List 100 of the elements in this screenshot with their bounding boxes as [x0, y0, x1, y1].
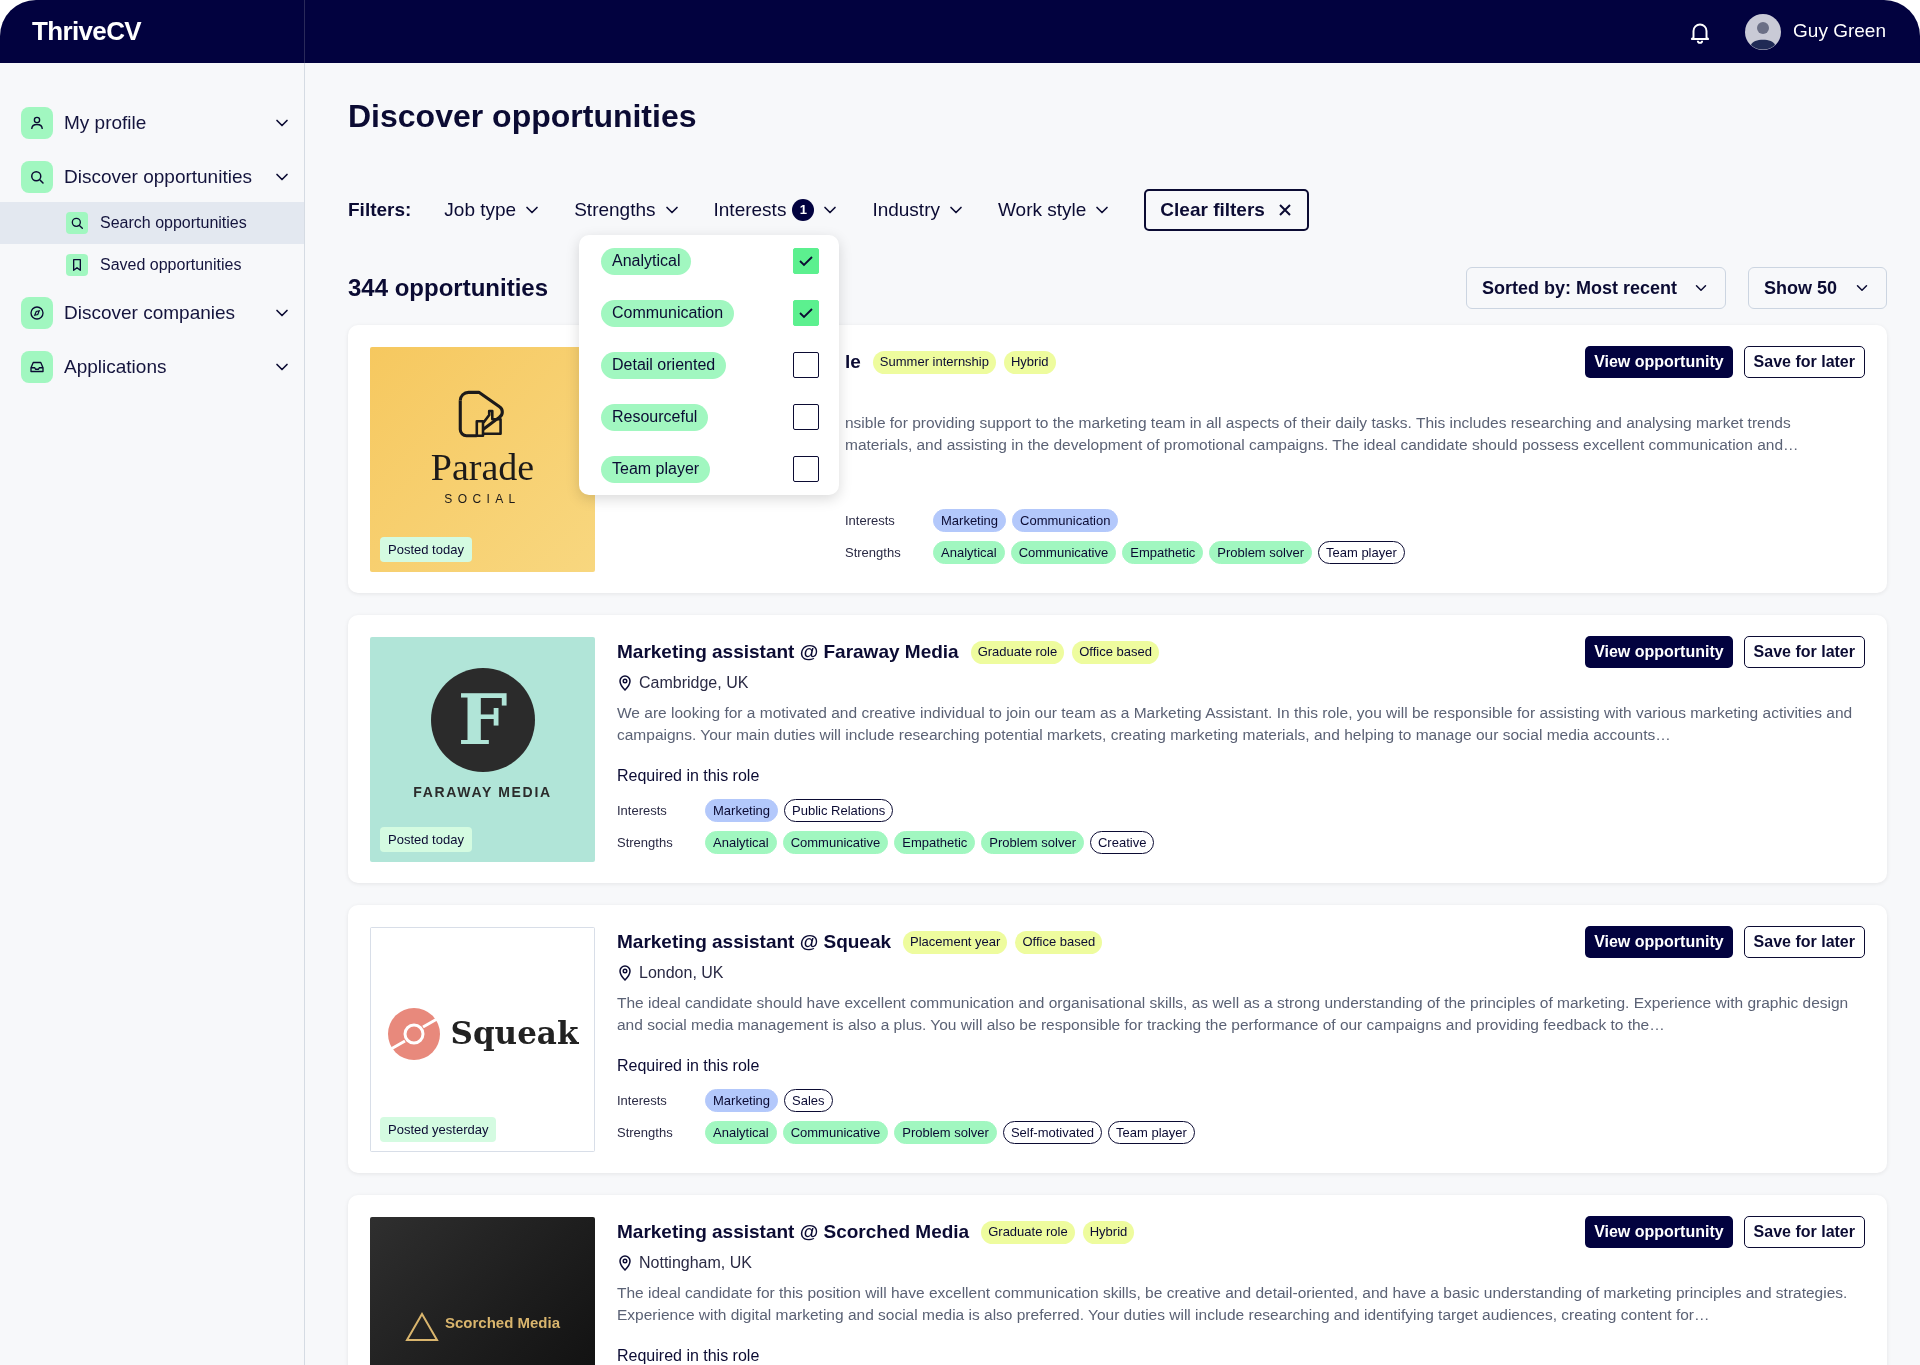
view-opportunity-button[interactable]: View opportunity [1585, 346, 1733, 378]
view-opportunity-button[interactable]: View opportunity [1585, 1216, 1733, 1248]
disc-icon [386, 1006, 441, 1061]
filter-dropdown[interactable]: Interests 1 [713, 190, 841, 230]
location-text: Nottingham, UK [639, 1253, 752, 1273]
row-label: Interests [617, 1091, 668, 1110]
filter-dropdown[interactable]: Job type [444, 190, 543, 230]
description-text: materials, and assisting in the development of promotional campaigns. The ideal candidate should possess excellent communication and… [845, 435, 1800, 455]
checkbox[interactable] [793, 404, 819, 430]
row-label: Interests [845, 511, 896, 530]
section-heading: Required in this role [617, 1347, 760, 1364]
nav-item[interactable]: Discover opportunities [0, 160, 304, 194]
tag: Placement year [903, 930, 1008, 954]
compass-icon [21, 297, 53, 329]
filters-label: Filters: [348, 197, 412, 222]
logo-text: Squeak [450, 1014, 579, 1054]
row-label: Strengths [845, 543, 902, 562]
tag: Office based [1015, 930, 1103, 954]
page-size-dropdown[interactable]: Show 50 [1748, 267, 1887, 309]
tag: Summer internship [872, 350, 996, 374]
filter-dropdown[interactable]: Industry [872, 190, 966, 230]
posted-badge: Posted yesterday [380, 1116, 497, 1142]
page-title: Discover opportunities [348, 100, 698, 132]
logo-text: Parade [430, 447, 535, 486]
save-for-later-button[interactable]: Save for later [1743, 1216, 1865, 1248]
location-text: London, UK [639, 963, 724, 983]
tag: Hybrid [1003, 350, 1056, 374]
section-heading: Required in this role [617, 1057, 760, 1074]
location-pin-icon [617, 1255, 633, 1271]
option-tag: Team player [601, 455, 711, 483]
option-tag: Resourceful [601, 403, 709, 431]
tag: Sales [784, 1089, 833, 1112]
row-label: Interests [617, 801, 668, 820]
nav-item[interactable]: Applications [0, 350, 304, 384]
tag: Graduate role [981, 1220, 1075, 1244]
tag: Marketing [705, 1089, 779, 1112]
clear-filters-button[interactable]: Clear filters [1144, 189, 1309, 231]
posted-badge: Posted today [380, 826, 472, 852]
tag: Problem solver [1209, 541, 1312, 564]
section-heading: Required in this role [617, 767, 760, 784]
search-icon [21, 161, 53, 193]
job-title[interactable]: Marketing assistant @ Scorched Media [617, 1217, 970, 1247]
filter-dropdown[interactable]: Strengths [574, 190, 682, 230]
person-icon [21, 107, 53, 139]
tag: Problem solver [981, 831, 1084, 854]
logo-text[interactable]: ThriveCV [32, 12, 141, 51]
checkbox[interactable] [793, 456, 819, 482]
tag: Empathetic [894, 831, 976, 854]
save-for-later-button[interactable]: Save for later [1743, 636, 1865, 668]
count-badge: 1 [792, 199, 815, 221]
save-for-later-button[interactable]: Save for later [1743, 926, 1865, 958]
posted-badge: Posted today [380, 536, 472, 562]
tag: Marketing [705, 799, 779, 822]
logo-subtext: SOCIAL [444, 490, 521, 508]
bookmark-icon [66, 254, 88, 276]
tag: Communication [1012, 509, 1119, 532]
nav-item[interactable]: My profile [0, 106, 304, 140]
tag: Communicative [782, 1121, 889, 1144]
job-title[interactable]: Marketing assistant @ Faraway Media [617, 637, 959, 667]
tag: Analytical [705, 1121, 777, 1144]
description-text: The ideal candidate for this position will have excellent communication skills, be creative and detail-oriented, and have a basic understanding of marketing principles and strategies. Experience with digital marketing and social media is also preferred. Your duties will include researching and identifying target audiences, creating content for… [617, 1283, 1849, 1325]
tag: Analytical [705, 831, 777, 854]
job-title[interactable]: le [845, 347, 861, 377]
checkbox[interactable] [793, 352, 819, 378]
view-opportunity-button[interactable]: View opportunity [1585, 926, 1733, 958]
result-count: 344 opportunities [348, 273, 549, 303]
description-text: nsible for providing support to the marketing team in all aspects of their daily tasks. This includes researching and analysing market trends [845, 413, 1792, 433]
save-for-later-button[interactable]: Save for later [1743, 346, 1865, 378]
option-tag: Detail oriented [601, 351, 727, 379]
location-pin-icon [617, 965, 633, 981]
tag: Creative [1090, 831, 1155, 854]
tag: Communicative [782, 831, 889, 854]
nav-item[interactable]: Discover companies [0, 296, 304, 330]
view-opportunity-button[interactable]: View opportunity [1585, 636, 1733, 668]
tag: Team player [1318, 541, 1405, 564]
tag: Hybrid [1082, 1220, 1135, 1244]
user-name[interactable]: Guy Green [1793, 17, 1886, 46]
tag: Team player [1108, 1121, 1195, 1144]
tag: Graduate role [970, 640, 1065, 664]
filter-dropdown[interactable]: Work style [998, 190, 1113, 230]
tag: Problem solver [894, 1121, 997, 1144]
tag: Analytical [933, 541, 1005, 564]
sort-dropdown[interactable]: Sorted by: Most recent [1466, 267, 1726, 309]
search-icon [66, 212, 88, 234]
tag: Communicative [1010, 541, 1117, 564]
close-icon [1276, 202, 1293, 218]
tag: Office based [1072, 640, 1159, 664]
description-text: We are looking for a motivated and creative individual to join our team as a Marketing Assistant. In this role, you will be responsible for assisting with various marketing activities and campaigns. Your main duties will include researching potential markets, creating marketing materials, and helping to manage our social media accounts… [617, 703, 1854, 745]
row-label: Strengths [617, 1123, 674, 1142]
triangle-icon [404, 1312, 439, 1342]
nav-subitem[interactable]: Search opportunities [0, 202, 304, 244]
job-title[interactable]: Marketing assistant @ Squeak [617, 927, 892, 957]
option-tag: Communication [601, 299, 735, 327]
avatar-icon [1745, 13, 1782, 50]
tag: Marketing [933, 509, 1007, 532]
tag: Empathetic [1122, 541, 1204, 564]
nav-subitem[interactable]: Saved opportunities [0, 244, 304, 286]
logo-mark: F [430, 668, 535, 772]
tag: Public Relations [784, 799, 894, 822]
location-text: Cambridge, UK [639, 673, 749, 693]
